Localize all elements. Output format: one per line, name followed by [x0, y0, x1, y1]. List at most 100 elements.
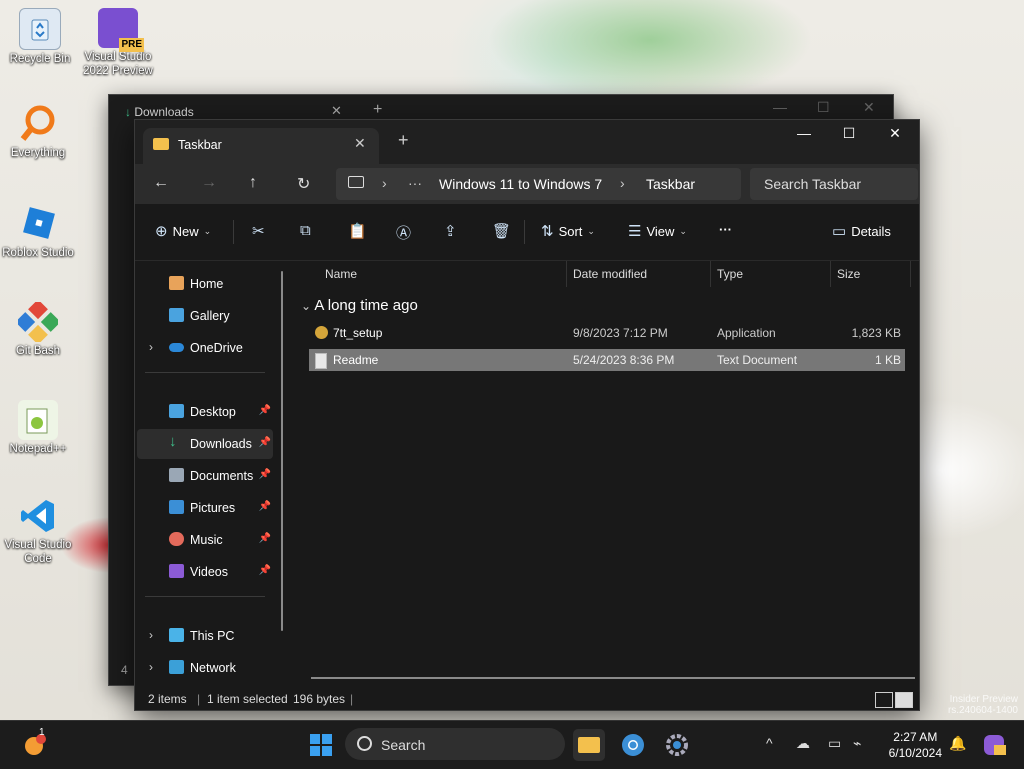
pin-icon[interactable]: 📌	[259, 405, 271, 416]
start-button[interactable]	[305, 729, 337, 761]
title-bar: Taskbar ✕ + — ☐ ✕	[135, 120, 919, 164]
paste-button[interactable]: 📋	[348, 222, 367, 240]
bell-icon[interactable]: 🔔	[949, 735, 966, 752]
group-header[interactable]: ⌄ A long time ago	[301, 297, 418, 314]
tab-taskbar[interactable]: Taskbar ✕	[143, 128, 379, 164]
sidebar-scrollbar[interactable]	[281, 271, 283, 631]
chevron-right-icon[interactable]: ›	[149, 660, 153, 674]
pin-icon[interactable]: 📌	[259, 533, 271, 544]
copilot-button[interactable]	[978, 729, 1010, 761]
sidebar-item-label: Music	[190, 533, 223, 547]
sidebar-item-desktop[interactable]: Desktop 📌	[137, 397, 273, 427]
desktop-icon-notepad-plus-plus[interactable]: Notepad++	[0, 400, 76, 456]
desktop-icon-recycle-bin[interactable]: Recycle Bin	[2, 8, 78, 66]
sidebar-item-onedrive[interactable]: › OneDrive	[137, 333, 273, 363]
sidebar-item-downloads[interactable]: ↓ Downloads 📌	[137, 429, 273, 459]
pin-icon[interactable]: 📌	[259, 469, 271, 480]
file-name: Readme	[333, 353, 379, 367]
downloads-tab[interactable]: ↓ Downloads	[125, 105, 194, 119]
new-tab-icon[interactable]: +	[398, 130, 409, 151]
settings-taskbar-button[interactable]	[661, 729, 693, 761]
rename-button[interactable]: Ⓐ	[396, 222, 411, 243]
column-header-name[interactable]: Name	[325, 267, 357, 281]
minimize-icon[interactable]: —	[789, 125, 819, 141]
chevron-right-icon[interactable]: ›	[620, 175, 625, 191]
column-divider[interactable]	[830, 261, 831, 287]
pin-icon[interactable]: 📌	[259, 437, 271, 448]
refresh-icon[interactable]: ↻	[297, 174, 310, 194]
display-icon[interactable]: ▭	[828, 735, 841, 752]
desktop-icon-everything[interactable]: Everything	[0, 104, 76, 160]
view-button[interactable]: ☰ View ⌄	[628, 222, 687, 240]
column-divider[interactable]	[566, 261, 567, 287]
desktop-icon-label: Roblox Studio	[2, 247, 74, 259]
back-maximize-icon[interactable]: ☐	[817, 99, 830, 116]
sort-button[interactable]: ⇅ Sort ⌄	[541, 222, 595, 240]
sidebar-item-home[interactable]: Home	[137, 269, 273, 299]
desktop-icon-roblox-studio[interactable]: Roblox Studio	[0, 204, 76, 260]
column-divider[interactable]	[910, 261, 911, 287]
network-status-icon[interactable]: ⌁	[853, 735, 861, 752]
cut-button[interactable]: ✂	[252, 222, 265, 240]
column-header-type[interactable]: Type	[717, 267, 743, 281]
file-explorer-taskbar-button[interactable]	[573, 729, 605, 761]
breadcrumb-segment[interactable]: Windows 11 to Windows 7	[439, 176, 602, 192]
back-close-icon[interactable]: ✕	[863, 99, 875, 116]
sidebar-item-documents[interactable]: Documents 📌	[137, 461, 273, 491]
sidebar-item-this-pc[interactable]: › This PC	[137, 621, 273, 651]
back-arrow-icon[interactable]: ←	[153, 174, 169, 192]
column-header-size[interactable]: Size	[837, 267, 860, 281]
sidebar-item-music[interactable]: Music 📌	[137, 525, 273, 555]
downloads-tab-close-icon[interactable]: ✕	[331, 103, 342, 119]
sidebar-item-network[interactable]: › Network	[137, 653, 273, 683]
chevron-down-icon: ⌄	[679, 225, 687, 236]
new-button[interactable]: ⊕ New ⌄	[155, 222, 211, 240]
large-icons-view-icon[interactable]	[895, 692, 913, 708]
search-input[interactable]: Search Taskbar	[750, 168, 918, 200]
downloads-new-tab-icon[interactable]: +	[373, 101, 382, 119]
share-button[interactable]: ⇪	[444, 222, 457, 240]
up-arrow-icon[interactable]: ↑	[249, 174, 257, 192]
weather-widget[interactable]: 1	[18, 727, 50, 761]
sidebar-divider	[145, 372, 265, 373]
chrome-taskbar-button[interactable]	[617, 729, 649, 761]
desktop-icon-git-bash[interactable]: Git Bash	[0, 302, 76, 358]
taskbar: 1 Search ^ ☁ ▭ ⌁ 2:27 AM 6/10/2024 🔔	[0, 720, 1024, 769]
overflow-ellipsis-icon[interactable]: ···	[408, 175, 422, 191]
delete-button[interactable]: 🗑	[492, 222, 511, 240]
address-bar[interactable]: › ··· Windows 11 to Windows 7 › Taskbar	[336, 168, 741, 200]
column-divider[interactable]	[710, 261, 711, 287]
tab-close-icon[interactable]: ✕	[354, 135, 366, 152]
details-view-icon[interactable]	[875, 692, 893, 708]
forward-arrow-icon[interactable]: →	[201, 174, 217, 192]
maximize-icon[interactable]: ☐	[834, 125, 864, 142]
column-header-date[interactable]: Date modified	[573, 267, 647, 281]
onedrive-offline-icon[interactable]: ☁	[796, 735, 810, 752]
file-row-selected[interactable]: Readme 5/24/2023 8:36 PM Text Document 1…	[309, 349, 905, 371]
download-arrow-icon: ↓	[125, 105, 131, 119]
chevron-right-icon[interactable]: ›	[149, 628, 153, 642]
file-size: 1 KB	[874, 353, 901, 367]
chevron-right-icon[interactable]: ›	[382, 175, 387, 191]
file-explorer-window[interactable]: Taskbar ✕ + — ☐ ✕ ← → ↑ ↻ › ··· Windows …	[134, 119, 920, 711]
taskbar-search[interactable]: Search	[345, 728, 565, 760]
horizontal-scrollbar[interactable]	[311, 677, 915, 679]
back-minimize-icon[interactable]: —	[773, 99, 787, 115]
file-row[interactable]: 7tt_setup 9/8/2023 7:12 PM Application 1…	[309, 322, 905, 344]
details-pane-button[interactable]: ▭ Details	[832, 222, 891, 240]
desktop-icon-vscode[interactable]: Visual Studio Code	[0, 496, 76, 566]
sidebar-item-videos[interactable]: Videos 📌	[137, 557, 273, 587]
pin-icon[interactable]: 📌	[259, 565, 271, 576]
breadcrumb-segment[interactable]: Taskbar	[646, 176, 695, 192]
trash-icon: 🗑	[492, 223, 512, 240]
chevron-up-icon[interactable]: ^	[766, 735, 773, 751]
desktop-icon-visual-studio-preview[interactable]: PRE Visual Studio 2022 Preview	[80, 8, 156, 78]
chevron-right-icon[interactable]: ›	[149, 340, 153, 354]
pin-icon[interactable]: 📌	[259, 501, 271, 512]
more-options-button[interactable]: ···	[719, 222, 732, 237]
system-clock[interactable]: 2:27 AM 6/10/2024	[889, 729, 942, 761]
close-window-icon[interactable]: ✕	[880, 125, 910, 142]
sidebar-item-pictures[interactable]: Pictures 📌	[137, 493, 273, 523]
sidebar-item-gallery[interactable]: Gallery	[137, 301, 273, 331]
copy-button[interactable]: ⧉	[300, 222, 311, 239]
